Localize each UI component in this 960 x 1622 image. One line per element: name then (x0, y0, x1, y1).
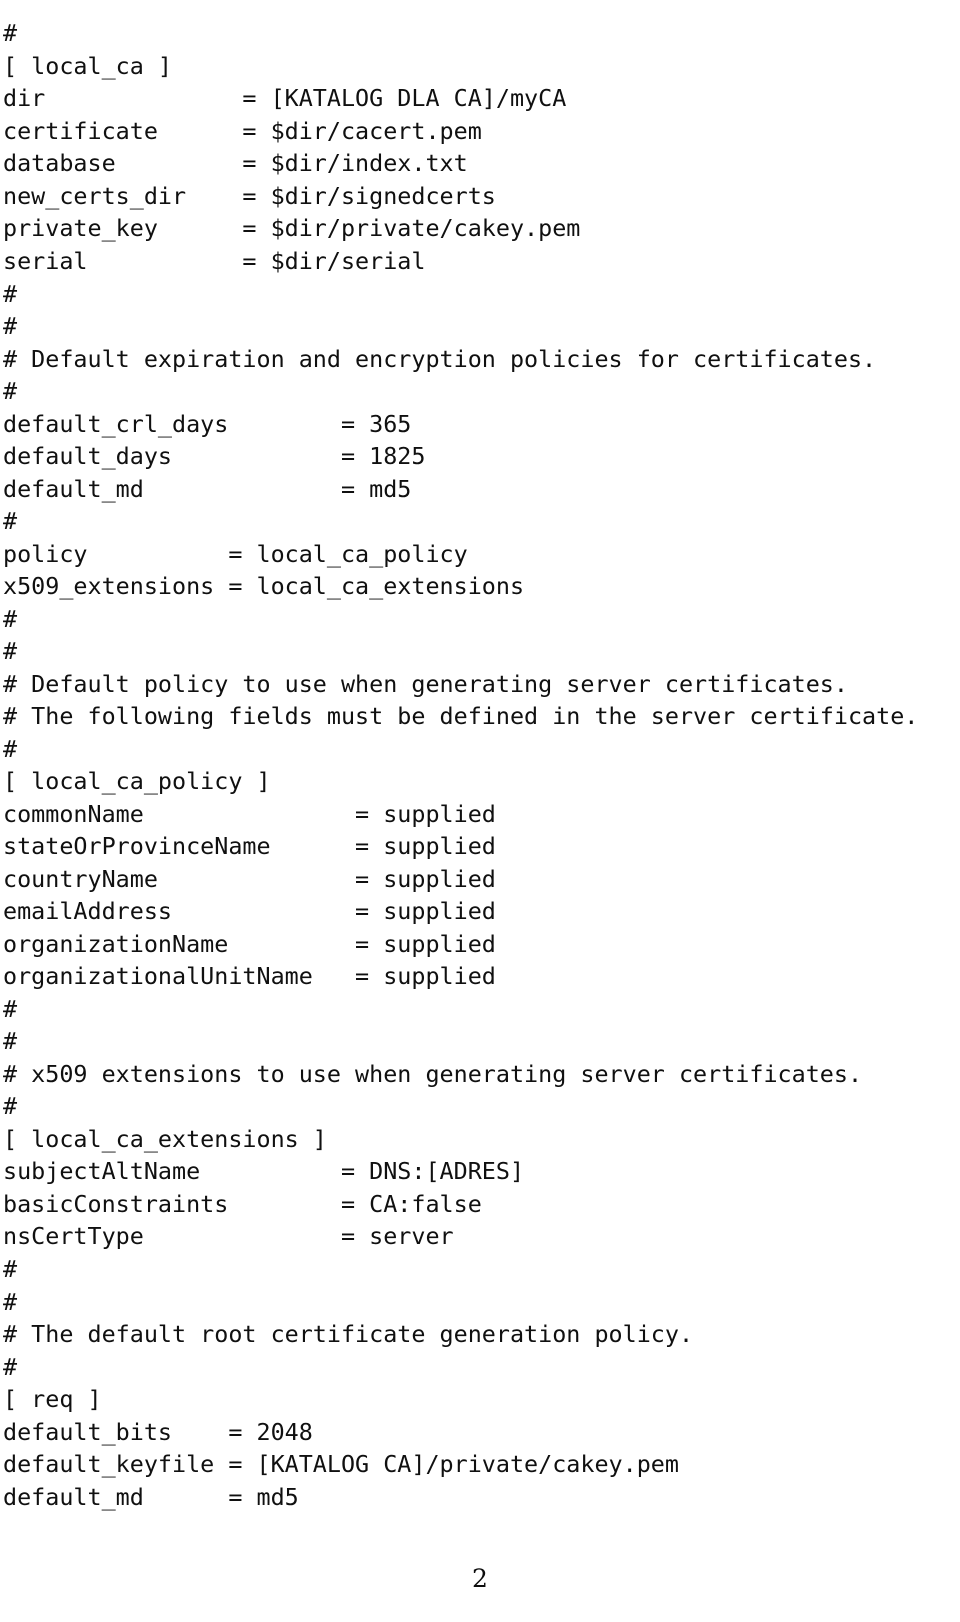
config-line: countryName = supplied (3, 864, 496, 893)
config-line: serial = $dir/serial (3, 247, 426, 275)
config-line: # (3, 19, 18, 48)
config-line: # (3, 312, 18, 341)
config-line: private_key = $dir/private/cakey.pem (3, 214, 581, 243)
config-line: # (3, 637, 18, 666)
config-line: # The default root certificate generatio… (3, 1320, 694, 1349)
config-line: # x509 extensions to use when generating… (3, 1059, 863, 1088)
config-line: default_md = md5 (3, 474, 412, 503)
config-line: new_certs_dir = $dir/signedcerts (3, 181, 496, 210)
config-line: subjectAltName = DNS:[ADRES] (3, 1157, 525, 1186)
config-line: # (3, 1027, 18, 1056)
config-line: stateOrProvinceName = supplied (3, 832, 496, 861)
config-line: # (3, 1352, 18, 1381)
config-line: [ local_ca_policy ] (3, 767, 271, 796)
config-line: # (3, 507, 18, 536)
config-line: default_bits = 2048 (3, 1417, 313, 1446)
document-page: # [ local_ca ] dir = [KATALOG DLA CA]/myCA… (0, 0, 960, 1622)
config-line: default_days = 1825 (3, 442, 426, 471)
page-number: 2 (472, 1564, 488, 1593)
config-line: default_crl_days = 365 (3, 409, 412, 438)
config-line: certificate = $dir/cacert.pem (3, 116, 482, 145)
config-line: # (3, 1287, 18, 1316)
config-line: # (3, 734, 18, 763)
config-line: basicConstraints = CA:false (3, 1189, 482, 1218)
config-line: policy = local_ca_policy (3, 539, 468, 568)
config-line: emailAddress = supplied (3, 897, 496, 926)
config-line: dir = [KATALOG DLA CA]/myCA (3, 84, 567, 113)
config-line: commonName = supplied (3, 799, 496, 828)
config-line: # (3, 604, 18, 633)
config-line: # (3, 279, 18, 308)
config-line: # (3, 1092, 18, 1121)
config-line: database = $dir/index.txt (3, 149, 468, 178)
config-line: organizationalUnitName = supplied (3, 962, 496, 991)
config-line: # (3, 1254, 18, 1283)
config-line: # (3, 377, 18, 406)
config-file-listing: # [ local_ca ] dir = [KATALOG DLA CA]/myCA… (3, 17, 953, 1513)
config-line: # Default policy to use when generating … (3, 669, 848, 698)
config-line: x509_extensions = local_ca_extensions (3, 572, 525, 601)
config-line: # Default expiration and encryption poli… (3, 344, 877, 373)
config-line: default_md = md5 (3, 1482, 299, 1511)
config-line: [ local_ca_extensions ] (3, 1124, 327, 1153)
config-line: [ req ] (3, 1385, 102, 1414)
config-line: # The following fields must be defined i… (3, 702, 919, 731)
config-line: [ local_ca ] (3, 51, 172, 80)
config-line: nsCertType = server (3, 1222, 454, 1251)
config-line: # (3, 994, 18, 1023)
config-line: default_keyfile = [KATALOG CA]/private/c… (3, 1450, 679, 1479)
config-line: organizationName = supplied (3, 929, 496, 958)
